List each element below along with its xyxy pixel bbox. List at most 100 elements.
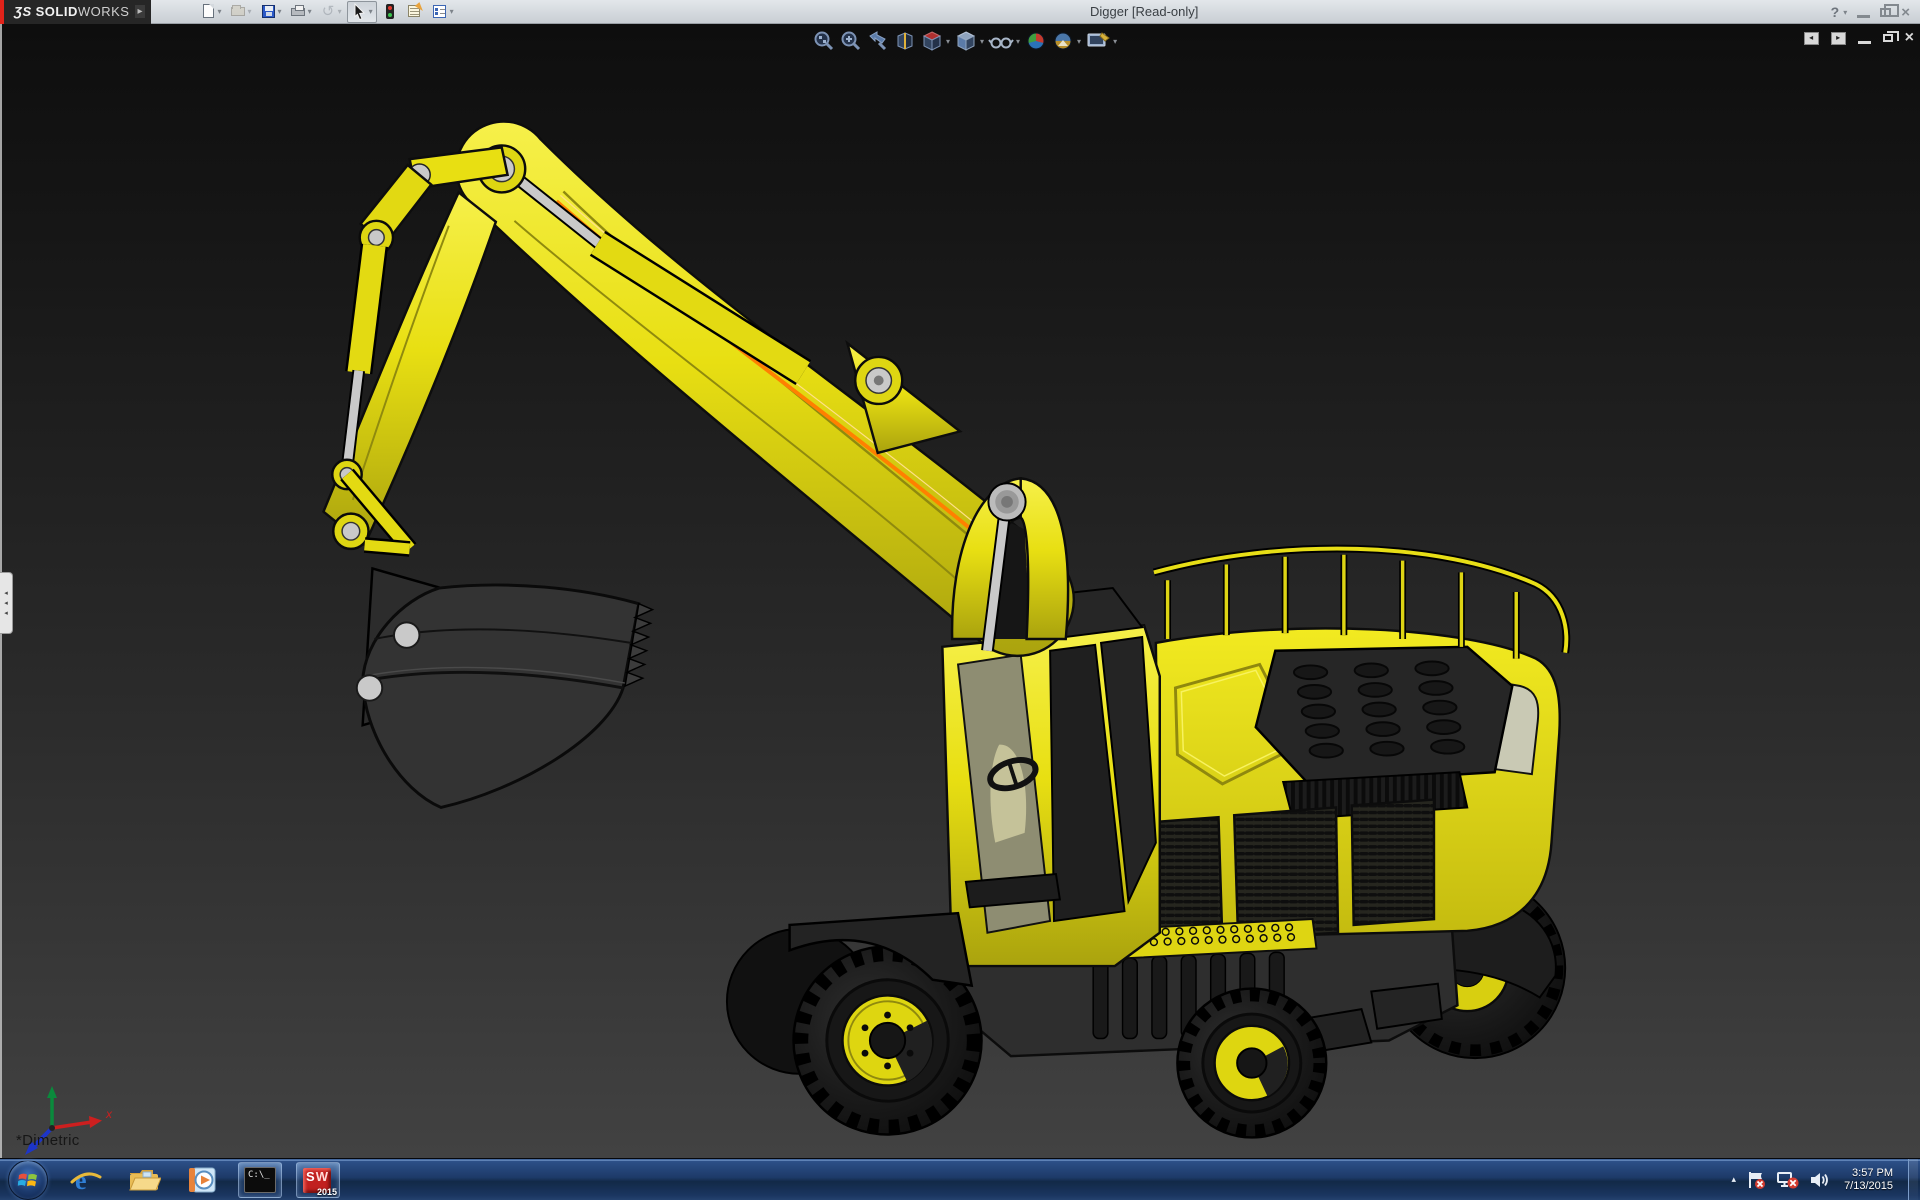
zoom-to-fit-icon bbox=[814, 31, 834, 51]
taskbar-clock[interactable]: 3:57 PM 7/13/2015 bbox=[1844, 1167, 1893, 1193]
zoom-to-area-icon bbox=[841, 31, 861, 51]
main-toolbar: ▾ ▾ ▾ ▾ ↺ ▾ ▾ ▾ bbox=[197, 0, 457, 23]
solidworks-logo[interactable]: ƷS SOLIDWORKS ▸ bbox=[4, 0, 151, 24]
app-titlebar: ƷS SOLIDWORKS ▸ ▾ ▾ ▾ ▾ ↺ ▾ ▾ ▾ Digger [… bbox=[0, 0, 1920, 24]
network-disconnected-icon[interactable] bbox=[1776, 1170, 1800, 1190]
view-orientation-dropdown-icon[interactable]: ▾ bbox=[946, 37, 950, 46]
logo-glyph: ƷS bbox=[14, 4, 32, 19]
options-dropdown-icon[interactable]: ▾ bbox=[450, 7, 454, 16]
select-tool-button[interactable]: ▾ bbox=[346, 0, 377, 23]
undo-dropdown-icon[interactable]: ▾ bbox=[338, 7, 342, 16]
system-tray: ▴ 3:57 PM 7/13/2015 bbox=[1732, 1158, 1920, 1200]
svg-text:e: e bbox=[75, 1166, 87, 1195]
featuremanager-collapse-tab[interactable]: ◂ ◂ ◂ bbox=[0, 572, 13, 634]
display-style-button[interactable]: ▾ bbox=[954, 30, 985, 52]
doc-close-button[interactable]: × bbox=[1905, 30, 1914, 46]
collapse-arrow-icon: ◂ bbox=[4, 599, 8, 607]
new-document-icon bbox=[200, 3, 217, 20]
open-dropdown-icon[interactable]: ▾ bbox=[248, 7, 252, 16]
hide-show-items-button[interactable]: ▾ bbox=[988, 30, 1021, 52]
taskbar-media-player[interactable] bbox=[180, 1162, 224, 1198]
windows-flag-icon bbox=[17, 1173, 37, 1186]
window-title: Digger [Read-only] bbox=[1090, 4, 1199, 19]
excavator-model[interactable] bbox=[0, 24, 1920, 1158]
save-button[interactable]: ▾ bbox=[257, 1, 285, 23]
document-window-controls: ◂ ▸ × bbox=[1803, 30, 1914, 46]
help-button[interactable]: ? bbox=[1831, 4, 1840, 20]
rebuild-traffic-light-icon bbox=[382, 3, 399, 20]
taskbar-apps: e C:\_ S W 2015 bbox=[0, 1159, 340, 1200]
open-button[interactable]: ▾ bbox=[227, 1, 255, 23]
apply-scene-dropdown-icon[interactable]: ▾ bbox=[1077, 37, 1081, 46]
machine-body[interactable] bbox=[1113, 544, 1571, 960]
previous-view-icon bbox=[869, 31, 887, 51]
select-dropdown-icon[interactable]: ▾ bbox=[369, 7, 373, 16]
taskbar-internet-explorer[interactable]: e bbox=[64, 1162, 108, 1198]
view-orientation-button[interactable]: ▾ bbox=[920, 30, 951, 52]
view-orientation-icon bbox=[922, 31, 942, 51]
logo-works: WORKS bbox=[77, 4, 130, 19]
section-view-button[interactable] bbox=[893, 30, 917, 52]
start-button[interactable] bbox=[8, 1159, 48, 1200]
doc-minimize-button[interactable] bbox=[1857, 40, 1871, 44]
menu-expand-chevron-icon[interactable]: ▸ bbox=[135, 5, 145, 18]
edit-appearance-button[interactable] bbox=[1024, 30, 1048, 52]
new-document-button[interactable]: ▾ bbox=[197, 1, 225, 23]
command-prompt-icon: C:\_ bbox=[244, 1166, 276, 1193]
doc-restore-button[interactable] bbox=[1882, 31, 1899, 42]
action-center-flag-icon[interactable] bbox=[1745, 1170, 1767, 1190]
view-settings-dropdown-icon[interactable]: ▾ bbox=[1113, 37, 1117, 46]
stick-arm[interactable] bbox=[321, 190, 498, 557]
restore-button[interactable] bbox=[1880, 3, 1900, 17]
volume-icon[interactable] bbox=[1809, 1170, 1831, 1190]
taskbar-solidworks[interactable]: S W 2015 bbox=[296, 1161, 340, 1198]
graphics-viewport[interactable]: ◂ ◂ ◂ ▾ ▾ ▾ ▾ ▾ ◂ ▸ × x *Dimetric bbox=[0, 24, 1920, 1158]
collapse-arrow-icon: ◂ bbox=[4, 589, 8, 597]
close-button[interactable]: × bbox=[1901, 5, 1910, 20]
minimize-button[interactable] bbox=[1857, 14, 1871, 18]
accent-strip bbox=[0, 0, 4, 24]
media-player-icon bbox=[189, 1167, 216, 1192]
triad-y-axis bbox=[47, 1086, 57, 1098]
options-button[interactable]: ▾ bbox=[429, 1, 457, 23]
logo-solid: SOLID bbox=[35, 4, 78, 19]
hide-show-dropdown-icon[interactable]: ▾ bbox=[1016, 37, 1020, 46]
bucket[interactable] bbox=[355, 566, 655, 809]
pane-right-arrow-icon: ▸ bbox=[1836, 33, 1841, 42]
note-pencil-icon bbox=[407, 3, 424, 20]
previous-view-button[interactable] bbox=[866, 30, 890, 52]
sw-year-badge: 2015 bbox=[316, 1186, 337, 1197]
taskbar-command-prompt[interactable]: C:\_ bbox=[238, 1161, 282, 1198]
save-floppy-icon bbox=[260, 3, 277, 20]
save-dropdown-icon[interactable]: ▾ bbox=[278, 7, 282, 16]
show-hidden-icons-button[interactable]: ▴ bbox=[1732, 1174, 1737, 1185]
rebuild-button[interactable] bbox=[379, 1, 402, 23]
sw-letter: W bbox=[315, 1168, 328, 1184]
display-style-dropdown-icon[interactable]: ▾ bbox=[980, 37, 984, 46]
print-button[interactable]: ▾ bbox=[287, 1, 315, 23]
apply-scene-icon bbox=[1054, 32, 1072, 50]
solidworks-2015-icon: S W 2015 bbox=[301, 1165, 337, 1197]
design-binder-button[interactable] bbox=[404, 1, 427, 23]
triad-x-label: x bbox=[105, 1107, 113, 1121]
clock-time: 3:57 PM bbox=[1852, 1166, 1893, 1179]
front-right-wheel[interactable] bbox=[1176, 987, 1328, 1139]
folder-icon bbox=[129, 1169, 161, 1190]
help-dropdown-icon[interactable]: ▾ bbox=[1843, 8, 1847, 17]
feature-pane-left-button[interactable]: ◂ bbox=[1803, 31, 1819, 45]
undo-button[interactable]: ↺ ▾ bbox=[317, 1, 345, 23]
apply-scene-button[interactable]: ▾ bbox=[1051, 30, 1082, 52]
print-dropdown-icon[interactable]: ▾ bbox=[308, 7, 312, 16]
collapse-arrow-icon: ◂ bbox=[4, 609, 8, 617]
zoom-to-area-button[interactable] bbox=[839, 30, 863, 52]
show-desktop-button[interactable] bbox=[1908, 1158, 1918, 1200]
new-dropdown-icon[interactable]: ▾ bbox=[218, 7, 222, 16]
taskbar-windows-explorer[interactable] bbox=[122, 1162, 166, 1198]
hide-show-items-icon bbox=[988, 37, 1014, 49]
view-settings-button[interactable]: ▾ bbox=[1085, 30, 1118, 52]
zoom-to-fit-button[interactable] bbox=[812, 30, 836, 52]
windows-taskbar: e C:\_ S W 2015 ▴ 3:57 PM 7/13/2015 bbox=[0, 1158, 1920, 1200]
section-view-icon bbox=[897, 32, 913, 50]
feature-pane-right-button[interactable]: ▸ bbox=[1830, 31, 1846, 45]
view-settings-icon bbox=[1087, 32, 1110, 47]
